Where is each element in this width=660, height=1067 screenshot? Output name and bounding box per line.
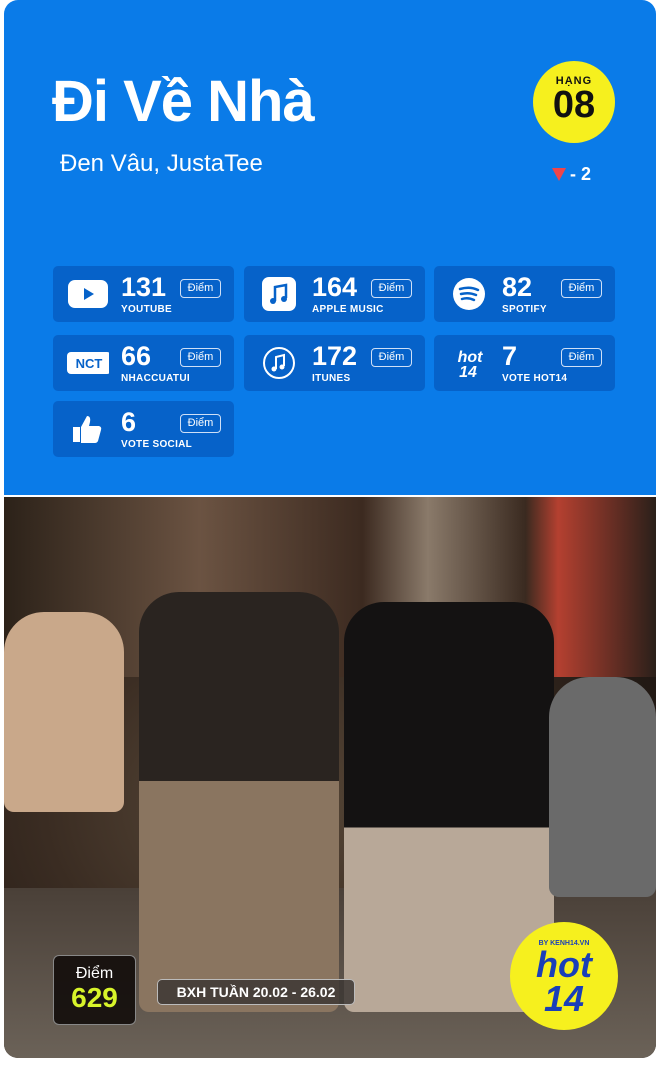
platform-card-youtube: 131 YOUTUBE Điểm bbox=[53, 266, 234, 322]
platform-name: YOUTUBE bbox=[121, 304, 172, 315]
nct-icon: NCT bbox=[67, 347, 109, 379]
platform-name: VOTE SOCIAL bbox=[121, 439, 193, 450]
thumbs-up-icon bbox=[67, 413, 109, 445]
platform-score: 82 bbox=[502, 272, 533, 302]
points-tag: Điểm bbox=[561, 279, 602, 298]
chart-week-label: BXH TUẦN 20.02 - 26.02 bbox=[157, 979, 355, 1005]
points-tag: Điểm bbox=[371, 348, 412, 367]
platform-card-apple-music: 164 APPLE MUSIC Điểm bbox=[244, 266, 425, 322]
platform-score: 6 bbox=[121, 407, 137, 437]
song-artists: Đen Vâu, JustaTee bbox=[60, 150, 263, 177]
total-score-badge: Điểm 629 bbox=[53, 955, 136, 1025]
platform-score: 172 bbox=[312, 341, 358, 371]
platform-card-spotify: 82 SPOTIFY Điểm bbox=[434, 266, 615, 322]
platform-name: NHACCUATUI bbox=[121, 373, 190, 384]
points-tag: Điểm bbox=[371, 279, 412, 298]
platform-card-nhaccuatui: NCT 66 NHACCUATUI Điểm bbox=[53, 335, 234, 391]
rank-badge: HẠNG 08 bbox=[533, 61, 615, 143]
points-tag: Điểm bbox=[180, 414, 221, 433]
platform-score: 66 bbox=[121, 341, 152, 371]
points-tag: Điểm bbox=[561, 348, 602, 367]
song-title: Đi Về Nhà bbox=[52, 69, 315, 134]
rank-change: - 2 bbox=[552, 164, 591, 185]
platform-card-vote-hot14: hot 14 7 VOTE HOT14 Điểm bbox=[434, 335, 615, 391]
youtube-icon bbox=[67, 278, 109, 310]
total-score-value: 629 bbox=[71, 982, 118, 1013]
spotify-icon bbox=[448, 278, 490, 310]
platform-score: 131 bbox=[121, 272, 167, 302]
svg-text:14: 14 bbox=[459, 364, 477, 378]
platform-score: 7 bbox=[502, 341, 518, 371]
platform-name: VOTE HOT14 bbox=[502, 373, 568, 384]
platform-score: 164 bbox=[312, 272, 358, 302]
hot14-icon: hot 14 bbox=[448, 347, 490, 379]
svg-text:NCT: NCT bbox=[76, 356, 103, 371]
arrow-down-icon bbox=[552, 168, 566, 181]
platform-card-itunes: 172 ITUNES Điểm bbox=[244, 335, 425, 391]
platform-card-vote-social: 6 VOTE SOCIAL Điểm bbox=[53, 401, 234, 457]
apple-music-icon bbox=[258, 277, 300, 311]
rank-value: 08 bbox=[552, 84, 596, 126]
total-score-label: Điểm bbox=[75, 965, 114, 982]
hot14-logo: BY KENH14.VN hot 14 bbox=[510, 922, 618, 1030]
platform-name: SPOTIFY bbox=[502, 304, 547, 315]
points-tag: Điểm bbox=[180, 279, 221, 298]
points-tag: Điểm bbox=[180, 348, 221, 367]
platform-name: APPLE MUSIC bbox=[312, 304, 384, 315]
platform-name: ITUNES bbox=[312, 373, 351, 384]
itunes-icon bbox=[258, 347, 300, 379]
rank-change-value: - 2 bbox=[570, 164, 592, 184]
